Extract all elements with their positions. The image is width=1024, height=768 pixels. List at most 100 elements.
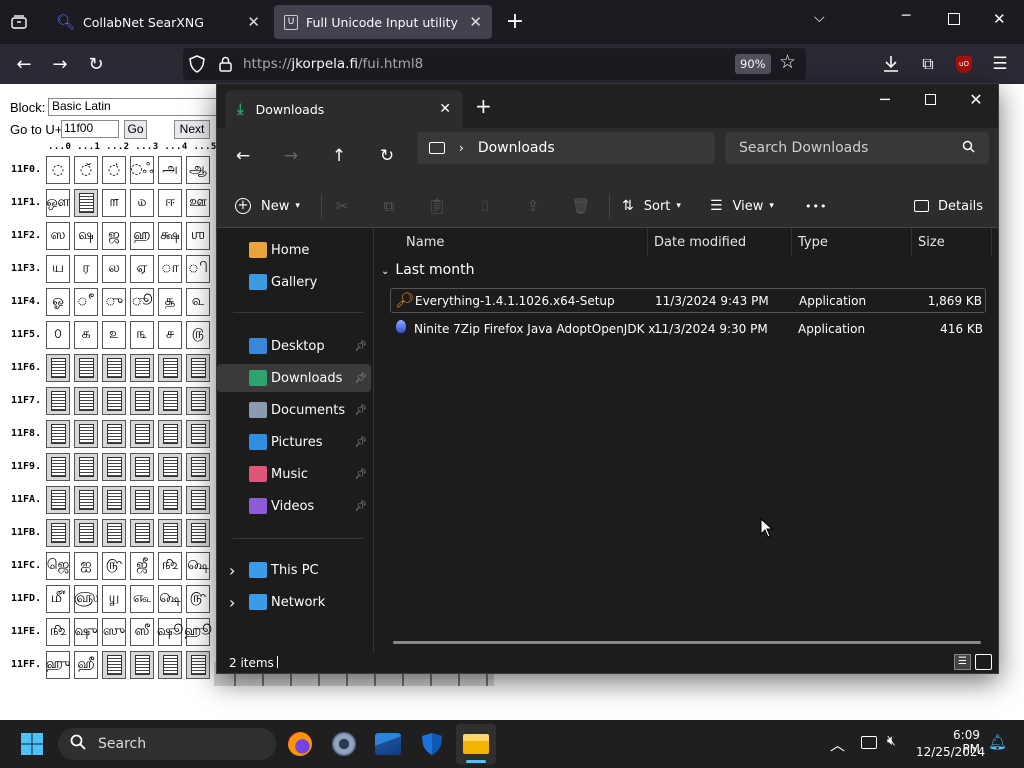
sidebar-item-music[interactable]: Music 📌︎ — [217, 460, 371, 488]
close-tab-icon[interactable]: ✕ — [469, 13, 482, 31]
pin-icon[interactable]: 📌︎ — [354, 373, 367, 384]
character-cell[interactable] — [46, 420, 70, 448]
character-cell[interactable] — [102, 453, 126, 481]
breadcrumb-downloads[interactable]: Downloads — [478, 140, 555, 156]
photos-taskbar-icon[interactable] — [368, 724, 408, 764]
sidebar-item-downloads[interactable]: Downloads 📌︎ — [217, 364, 371, 392]
file-row-everything[interactable]: 🔎︎ Everything-1.4.1.1026.x64-Setup 11/3/… — [390, 288, 986, 313]
lock-icon[interactable] — [219, 56, 232, 76]
new-tab-button[interactable]: + — [502, 7, 528, 37]
column-header-name[interactable]: Name — [400, 228, 648, 256]
tab-unicode-utility[interactable]: U Full Unicode Input utility ✕ — [274, 5, 492, 39]
search-input[interactable]: Search Downloads — [725, 132, 989, 164]
character-cell[interactable]: ௱ — [102, 189, 126, 217]
chevron-right-icon[interactable]: › — [459, 141, 464, 155]
character-cell[interactable] — [130, 387, 154, 415]
character-cell[interactable] — [158, 420, 182, 448]
volume-muted-tray-icon[interactable]: 🔇︎ — [887, 733, 896, 749]
next-button[interactable]: Next — [174, 120, 210, 139]
file-explorer-taskbar-icon[interactable] — [456, 724, 496, 764]
character-cell[interactable]: ி — [186, 255, 210, 283]
character-cell[interactable] — [186, 387, 210, 415]
refresh-icon[interactable]: ↻ — [371, 140, 403, 172]
character-cell[interactable] — [102, 354, 126, 382]
character-cell[interactable]: ஓ — [46, 288, 70, 316]
character-cell[interactable]: ஏ — [130, 255, 154, 283]
reload-icon[interactable]: ↻ — [78, 44, 114, 84]
rename-icon[interactable]: ⌷ — [470, 184, 500, 228]
chevron-right-icon[interactable]: › — [229, 561, 235, 580]
sidebar-item-gallery[interactable]: Gallery — [217, 268, 371, 296]
character-cell[interactable]: ◌ஃ — [130, 156, 154, 184]
character-cell[interactable]: ௺ — [158, 552, 182, 580]
minimize-icon[interactable]: ─ — [902, 8, 910, 24]
address-bar[interactable]: https://jkorpela.fi/fui.html8 90% ☆ — [183, 48, 806, 80]
character-cell[interactable] — [74, 486, 98, 514]
notification-bell-icon[interactable]: 🔔︎ — [988, 733, 1007, 751]
up-icon[interactable]: ↑ — [323, 140, 355, 172]
file-row-ninite[interactable]: Ninite 7Zip Firefox Java AdoptOpenJDK x.… — [390, 317, 986, 341]
maximize-icon[interactable] — [907, 84, 953, 114]
character-cell[interactable]: ௨ — [102, 321, 126, 349]
show-hidden-icons-chevron-icon[interactable]: ︿ — [830, 734, 845, 755]
column-header-size[interactable]: Size — [912, 228, 992, 256]
character-cell[interactable] — [158, 519, 182, 547]
character-cell[interactable] — [74, 189, 98, 217]
forward-icon[interactable]: → — [42, 44, 78, 84]
character-cell[interactable]: ஆ — [186, 156, 210, 184]
close-window-icon[interactable]: ✕ — [953, 84, 999, 114]
character-cell[interactable]: ௹ — [102, 552, 126, 580]
sidebar-item-this-pc[interactable]: › This PC — [217, 556, 371, 584]
character-cell[interactable] — [186, 651, 210, 679]
close-tab-icon[interactable]: ✕ — [247, 13, 260, 31]
character-cell[interactable]: ௳ — [186, 288, 210, 316]
pin-icon[interactable]: 📌︎ — [354, 501, 367, 512]
character-cell[interactable] — [130, 519, 154, 547]
character-cell[interactable] — [46, 486, 70, 514]
character-cell[interactable]: ௵ — [74, 585, 98, 613]
defender-taskbar-icon[interactable] — [412, 724, 452, 764]
character-cell[interactable] — [46, 354, 70, 382]
character-cell[interactable]: க்ஷ — [158, 222, 182, 250]
character-cell[interactable]: ஜீ — [130, 552, 154, 580]
character-cell[interactable]: ீ — [74, 288, 98, 316]
chevron-right-icon[interactable]: › — [229, 593, 235, 612]
character-cell[interactable] — [130, 651, 154, 679]
character-cell[interactable] — [130, 354, 154, 382]
firefox-taskbar-icon[interactable] — [280, 724, 320, 764]
sidebar-item-pictures[interactable]: Pictures 📌︎ — [217, 428, 371, 456]
sidebar-item-videos[interactable]: Videos 📌︎ — [217, 492, 371, 520]
character-cell[interactable]: ஊ — [186, 189, 210, 217]
character-cell[interactable]: ௰ — [130, 189, 154, 217]
ublock-origin-icon[interactable]: uO — [946, 44, 982, 84]
character-cell[interactable]: ௷ — [130, 585, 154, 613]
group-header[interactable]: ⌄ Last month — [381, 262, 474, 278]
list-all-tabs-icon[interactable]: ⌵ — [814, 10, 825, 26]
sort-button[interactable]: ⇅ Sort ▾ — [622, 184, 681, 228]
sidebar-item-documents[interactable]: Documents 📌︎ — [217, 396, 371, 424]
character-cell[interactable] — [158, 387, 182, 415]
character-cell[interactable]: ஈ — [158, 189, 182, 217]
character-cell[interactable]: ஜ — [102, 222, 126, 250]
character-cell[interactable]: ◌̆ — [74, 156, 98, 184]
explorer-tab-downloads[interactable]: ⤓ Downloads ✕ — [225, 90, 463, 128]
sidebar-item-network[interactable]: › Network — [217, 588, 371, 616]
character-cell[interactable]: ௴ — [46, 585, 70, 613]
character-cell[interactable]: ௺ — [46, 618, 70, 646]
character-cell[interactable]: ஷு — [74, 618, 98, 646]
character-cell[interactable]: ௩ — [130, 321, 154, 349]
character-cell[interactable]: ஶ — [186, 222, 210, 250]
character-cell[interactable]: ௫ — [186, 321, 210, 349]
character-cell[interactable] — [186, 486, 210, 514]
character-cell[interactable] — [158, 354, 182, 382]
character-cell[interactable] — [130, 486, 154, 514]
character-cell[interactable]: ஔ — [46, 189, 70, 217]
character-cell[interactable]: ு — [102, 288, 126, 316]
character-cell[interactable]: ர — [74, 255, 98, 283]
character-cell[interactable] — [186, 354, 210, 382]
cut-icon[interactable]: ✂ — [327, 184, 357, 228]
forward-icon[interactable]: → — [275, 140, 307, 172]
horizontal-scrollbar[interactable] — [393, 641, 981, 644]
character-cell[interactable] — [102, 651, 126, 679]
character-cell[interactable]: அ — [158, 156, 182, 184]
